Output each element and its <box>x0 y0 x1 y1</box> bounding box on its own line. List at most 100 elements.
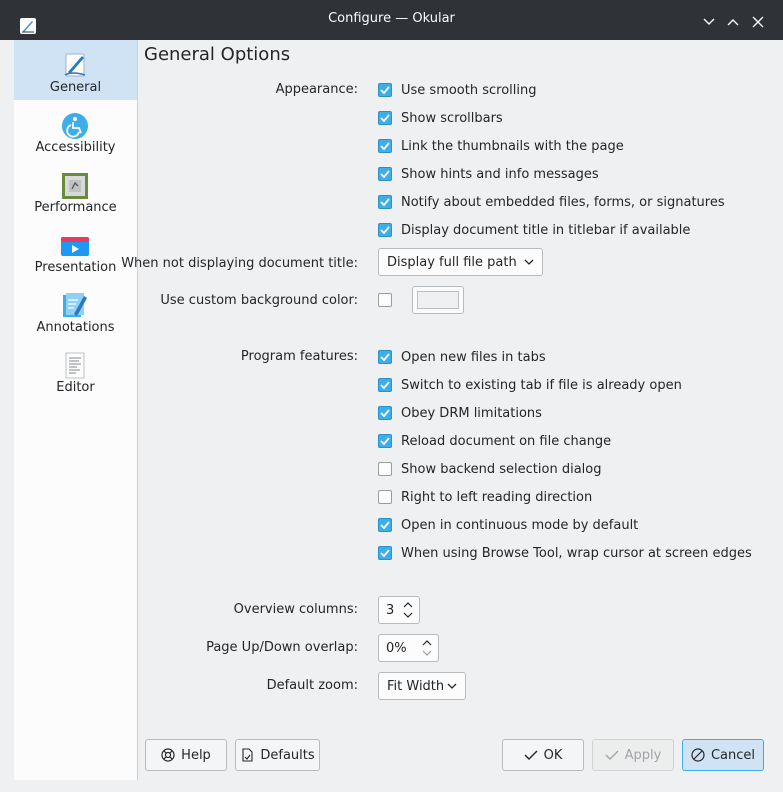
checkmark-icon <box>380 114 390 123</box>
window-title: Configure — Okular <box>328 11 455 26</box>
checkbox-continuous-mode[interactable]: Open in continuous mode by default <box>378 515 638 535</box>
close-icon <box>752 16 764 28</box>
checkbox-open-in-tabs[interactable]: Open new files in tabs <box>378 347 546 367</box>
help-icon <box>161 748 175 762</box>
page-title: General Options <box>144 44 291 65</box>
apply-button-label: Apply <box>624 747 662 763</box>
spin-arrows-icon[interactable] <box>420 638 434 658</box>
checkbox-box[interactable] <box>378 195 392 209</box>
program-features-label: Program features: <box>240 349 358 364</box>
sidebar-item-accessibility[interactable]: Accessibility <box>14 100 137 160</box>
annotations-icon <box>60 290 90 320</box>
chevron-up-icon <box>727 19 739 26</box>
checkbox-label: Link the thumbnails with the page <box>401 138 624 154</box>
configure-dialog: Configure — Okular General Accessibility <box>0 0 783 792</box>
custom-bg-label: Use custom background color: <box>160 293 358 308</box>
presentation-icon <box>60 230 90 260</box>
cancel-button[interactable]: Cancel <box>682 739 764 771</box>
checkmark-icon <box>605 750 619 760</box>
checkbox-label: Show scrollbars <box>401 110 503 126</box>
checkbox-show-hints[interactable]: Show hints and info messages <box>378 164 599 184</box>
checkbox-label: Open new files in tabs <box>401 349 546 365</box>
chevron-down-icon <box>524 259 534 265</box>
sidebar-item-presentation[interactable]: Presentation <box>14 220 137 280</box>
checkmark-icon <box>524 750 538 760</box>
checkbox-custom-bg[interactable] <box>378 290 401 310</box>
checkmark-icon <box>380 381 390 390</box>
apply-button[interactable]: Apply <box>592 739 674 771</box>
page-overlap-spinbox[interactable]: 0% <box>378 634 439 662</box>
checkbox-link-thumbnails[interactable]: Link the thumbnails with the page <box>378 136 624 156</box>
checkbox-rtl-reading[interactable]: Right to left reading direction <box>378 487 592 507</box>
checkbox-box[interactable] <box>378 434 392 448</box>
checkbox-label: Display document title in titlebar if av… <box>401 222 691 238</box>
checkbox-reload-on-change[interactable]: Reload document on file change <box>378 431 611 451</box>
checkbox-label: Right to left reading direction <box>401 489 593 505</box>
checkbox-box[interactable] <box>378 490 392 504</box>
performance-icon <box>60 170 90 200</box>
checkbox-obey-drm[interactable]: Obey DRM limitations <box>378 403 542 423</box>
checkbox-box[interactable] <box>378 378 392 392</box>
page-overlap-label: Page Up/Down overlap: <box>206 640 358 655</box>
checkbox-smooth-scrolling[interactable]: Use smooth scrolling <box>378 80 537 100</box>
checkbox-box[interactable] <box>378 111 392 125</box>
help-button-label: Help <box>181 747 211 763</box>
checkbox-box[interactable] <box>378 223 392 237</box>
checkbox-box[interactable] <box>378 462 392 476</box>
checkbox-label: Use smooth scrolling <box>401 82 537 98</box>
minimize-button[interactable] <box>699 12 719 32</box>
document-revert-icon <box>242 748 253 762</box>
checkbox-wrap-cursor[interactable]: When using Browse Tool, wrap cursor at s… <box>378 543 752 563</box>
checkbox-box[interactable] <box>378 293 392 307</box>
checkbox-switch-existing-tab[interactable]: Switch to existing tab if file is alread… <box>378 375 682 395</box>
checkmark-icon <box>380 409 390 418</box>
checkmark-icon <box>380 198 390 207</box>
checkbox-box[interactable] <box>378 546 392 560</box>
default-zoom-select[interactable]: Fit Width <box>378 672 466 700</box>
checkbox-box[interactable] <box>378 167 392 181</box>
checkbox-notify-embedded[interactable]: Notify about embedded files, forms, or s… <box>378 192 725 212</box>
checkbox-label: When using Browse Tool, wrap cursor at s… <box>401 545 752 561</box>
ok-button[interactable]: OK <box>502 739 584 771</box>
title-bar[interactable]: Configure — Okular <box>0 0 783 40</box>
sidebar-item-label: Annotations <box>36 320 115 335</box>
sidebar-item-label: General <box>49 80 102 95</box>
doc-title-label: When not displaying document title: <box>121 256 358 271</box>
general-icon <box>60 50 90 80</box>
help-button[interactable]: Help <box>145 739 227 771</box>
maximize-button[interactable] <box>723 12 743 32</box>
sidebar: General Accessibility Performance Presen… <box>14 40 138 780</box>
checkbox-box[interactable] <box>378 406 392 420</box>
checkbox-label: Show hints and info messages <box>401 166 599 182</box>
ok-button-label: OK <box>543 747 563 763</box>
checkbox-box[interactable] <box>378 139 392 153</box>
sidebar-item-general[interactable]: General <box>14 40 137 100</box>
appearance-label: Appearance: <box>275 82 358 97</box>
checkmark-icon <box>380 437 390 446</box>
checkbox-label: Reload document on file change <box>401 433 612 449</box>
sidebar-item-performance[interactable]: Performance <box>14 160 137 220</box>
chevron-down-icon <box>703 18 715 25</box>
close-button[interactable] <box>748 12 768 32</box>
overview-columns-label: Overview columns: <box>233 602 358 617</box>
checkbox-show-scrollbars[interactable]: Show scrollbars <box>378 108 503 128</box>
checkmark-icon <box>380 170 390 179</box>
default-zoom-value: Fit Width <box>387 678 445 694</box>
checkbox-box[interactable] <box>378 518 392 532</box>
checkbox-box[interactable] <box>378 350 392 364</box>
checkbox-label: Open in continuous mode by default <box>401 517 639 533</box>
sidebar-item-annotations[interactable]: Annotations <box>14 280 137 340</box>
doc-title-select[interactable]: Display full file path <box>378 248 543 276</box>
overview-columns-spinbox[interactable]: 3 <box>378 596 420 624</box>
chevron-down-icon <box>447 683 457 689</box>
cancel-icon <box>691 748 705 762</box>
defaults-button[interactable]: Defaults <box>235 739 320 771</box>
checkbox-backend-dialog[interactable]: Show backend selection dialog <box>378 459 601 479</box>
sidebar-item-editor[interactable]: Editor <box>14 340 137 400</box>
checkbox-display-title[interactable]: Display document title in titlebar if av… <box>378 220 690 240</box>
sidebar-item-label: Performance <box>34 200 117 215</box>
spin-arrows-icon[interactable] <box>401 600 415 620</box>
background-color-button[interactable] <box>412 286 464 314</box>
checkbox-box[interactable] <box>378 83 392 97</box>
overview-columns-value: 3 <box>386 602 395 618</box>
